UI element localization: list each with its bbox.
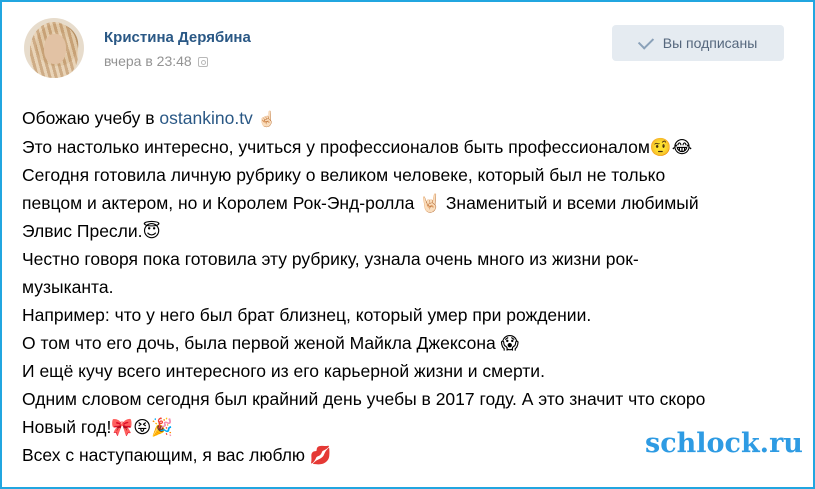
post-line-1-emoji: ☝🏻: [252, 110, 277, 128]
post-time[interactable]: вчера в 23:48: [104, 53, 208, 69]
post-line-6: Честно говоря пока готовила эту рубрику,…: [22, 249, 639, 269]
post-text: Обожаю учебу в ostankino.tv ☝🏻 Это насто…: [22, 104, 792, 469]
site-watermark: schlock.ru: [645, 428, 803, 459]
post-line-7: музыканта.: [22, 277, 114, 297]
post-time-text: вчера в 23:48: [104, 53, 192, 69]
author-name[interactable]: Кристина Дерябина: [104, 29, 251, 46]
post-line-10: И ещё кучу всего интересного из его карь…: [22, 361, 545, 381]
post-line-3: Сегодня готовила личную рубрику о велико…: [22, 165, 666, 185]
post-line-5: Элвис Пресли.😇: [22, 221, 161, 241]
check-icon: [637, 32, 654, 50]
post-line-9: О том что его дочь, была первой женой Ма…: [22, 333, 519, 353]
post-line-4: певцом и актером, но и Королем Рок-Энд-р…: [22, 193, 699, 213]
subscribed-button[interactable]: Вы подписаны: [612, 25, 784, 61]
avatar-face: [44, 34, 66, 64]
instagram-icon: [197, 57, 208, 67]
subscribed-button-label: Вы подписаны: [662, 35, 758, 51]
post-header: Кристина Дерябина вчера в 23:48 Вы подпи…: [24, 18, 784, 82]
avatar[interactable]: [24, 18, 84, 78]
post-line-2: Это настолько интересно, учиться у профе…: [22, 137, 693, 157]
post-line-1: Обожаю учебу в ostankino.tv ☝🏻: [22, 104, 792, 133]
post-line-11: Одним словом сегодня был крайний день уч…: [22, 389, 706, 409]
ostankino-link[interactable]: ostankino.tv: [159, 108, 252, 128]
post-line-1-text: Обожаю учебу в: [22, 108, 160, 128]
post-line-8: Например: что у него был брат близнец, к…: [22, 305, 592, 325]
